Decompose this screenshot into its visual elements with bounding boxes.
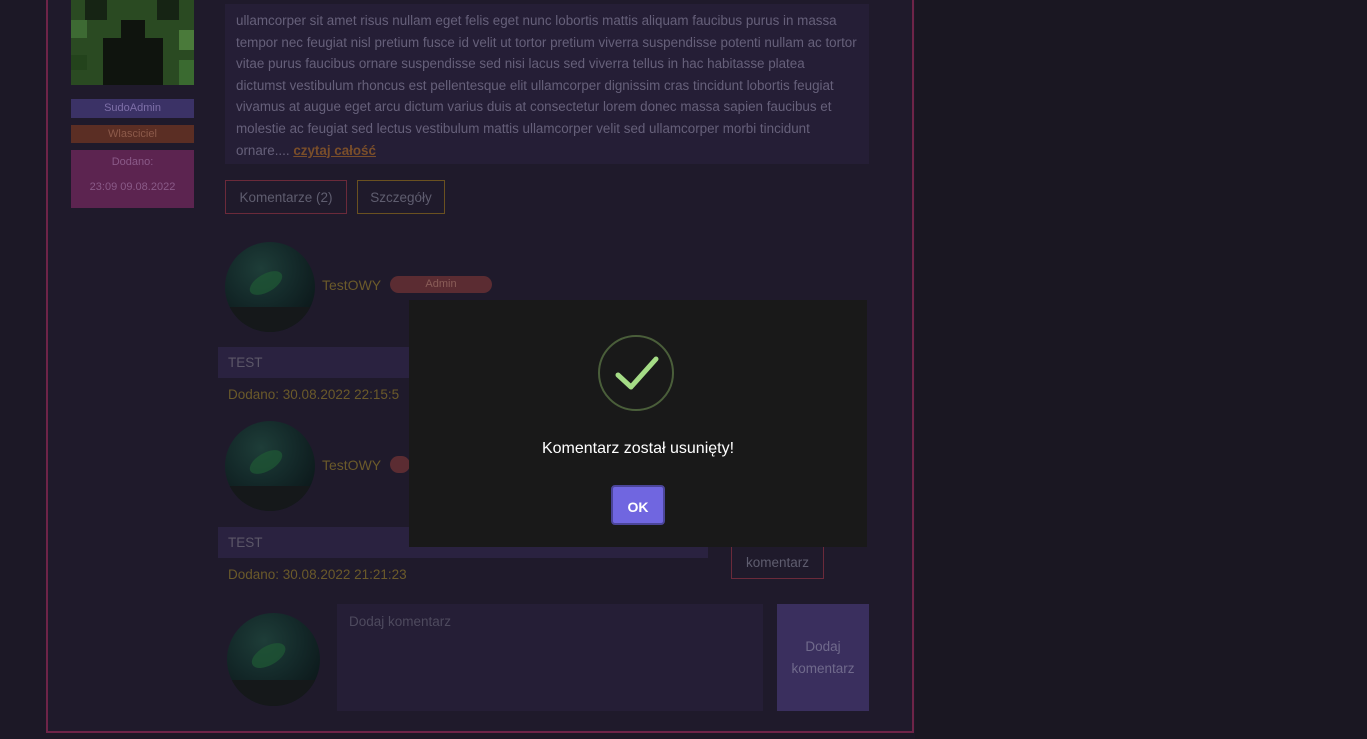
success-dialog: Komentarz został usunięty! OK xyxy=(409,300,867,547)
added-label: Dodano: xyxy=(111,156,154,168)
comment-action-button[interactable]: komentarz xyxy=(731,545,824,579)
author-role-tag: Wlasciciel xyxy=(71,125,194,143)
details-button[interactable]: Szczegóły xyxy=(357,180,445,214)
add-comment-button[interactable]: Dodaj komentarz xyxy=(777,604,869,711)
post-body: ullamcorper sit amet risus nullam eget f… xyxy=(236,13,857,158)
comment-author[interactable]: TestOWY xyxy=(322,277,381,293)
ok-button[interactable]: OK xyxy=(611,485,665,525)
post-content: ullamcorper sit amet risus nullam eget f… xyxy=(225,4,869,164)
comment-author[interactable]: TestOWY xyxy=(322,457,381,473)
page-background-right xyxy=(915,0,1367,739)
author-added-tag: Dodano: 23:09 09.08.2022 xyxy=(71,150,194,208)
added-date: 23:09 09.08.2022 xyxy=(89,181,176,193)
current-user-avatar xyxy=(227,613,320,706)
comment-avatar xyxy=(225,421,315,511)
add-comment-button-label: Dodaj xyxy=(805,639,841,654)
add-comment-button-label: komentarz xyxy=(791,661,855,676)
success-check-icon xyxy=(598,335,674,411)
comments-button[interactable]: Komentarze (2) xyxy=(225,180,347,214)
comment-role-badge: Admin xyxy=(390,276,492,293)
read-more-link[interactable]: czytaj całość xyxy=(293,143,376,158)
author-avatar xyxy=(71,0,194,85)
comment-text: TEST xyxy=(218,347,410,378)
author-username-tag: SudoAdmin xyxy=(71,99,194,118)
comment-date: Dodano: 30.08.2022 22:15:5 xyxy=(228,387,400,402)
comment-avatar xyxy=(225,242,315,332)
add-comment-input[interactable]: Dodaj komentarz xyxy=(337,604,763,711)
dialog-message: Komentarz został usunięty! xyxy=(541,440,735,457)
comment-role-badge xyxy=(390,456,410,473)
comment-date: Dodano: 30.08.2022 21:21:23 xyxy=(228,567,407,582)
